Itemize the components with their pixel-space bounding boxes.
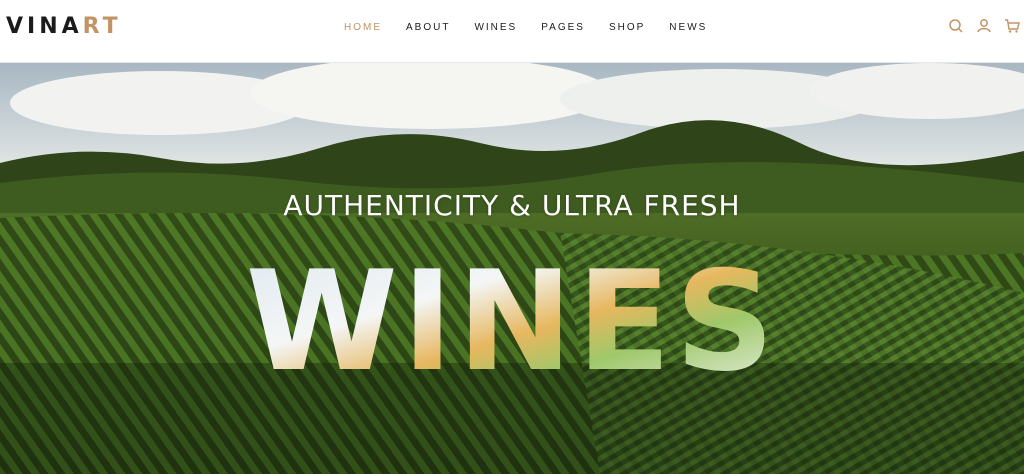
hero-subtitle: AUTHENTICITY & ULTRA FRESH [283,189,741,222]
search-icon[interactable] [948,17,964,35]
site-header: VINART HOME ABOUT WINES PAGES SHOP NEWS [0,0,1024,63]
user-icon[interactable] [976,17,992,35]
nav-item-shop[interactable]: SHOP [609,21,645,35]
nav-item-wines[interactable]: WINES [474,21,517,35]
nav-item-news[interactable]: NEWS [669,21,707,35]
logo-main-text: VINA [6,14,83,39]
nav-item-home[interactable]: HOME [344,21,382,35]
main-nav: HOME ABOUT WINES PAGES SHOP NEWS [344,21,731,35]
nav-item-about[interactable]: ABOUT [406,21,450,35]
hero-banner: AUTHENTICITY & ULTRA FRESH WINES [0,63,1024,474]
header-icons [948,17,1024,35]
nav-item-pages[interactable]: PAGES [541,21,585,35]
hero-headline: WINES [246,251,779,381]
site-logo[interactable]: VINART [6,14,122,40]
logo-accent-text: RT [82,14,122,39]
cart-icon[interactable] [1004,17,1020,35]
headline-text: WINES [246,251,779,381]
